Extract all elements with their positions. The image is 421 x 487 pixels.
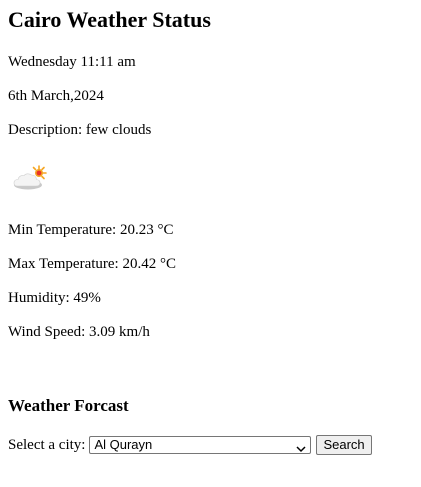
few-clouds-icon	[8, 164, 48, 192]
selected-city-value: Al Qurayn	[94, 437, 153, 452]
min-temperature: Min Temperature: 20.23 °C	[8, 222, 174, 238]
max-temperature: Max Temperature: 20.42 °C	[8, 256, 176, 272]
search-button[interactable]: Search	[316, 435, 372, 455]
wind-speed: Wind Speed: 3.09 km/h	[8, 324, 150, 340]
city-select[interactable]: Al Qurayn	[89, 436, 312, 454]
forecast-heading: Weather Forcast	[8, 396, 129, 415]
select-city-label: Select a city:	[8, 437, 86, 453]
page-title: Cairo Weather Status	[8, 7, 211, 32]
chevron-down-icon	[296, 441, 306, 453]
city-search-form: Select a city: Al Qurayn Search	[8, 434, 372, 456]
current-date: 6th March,2024	[8, 88, 104, 104]
humidity: Humidity: 49%	[8, 290, 101, 306]
current-day-time: Wednesday 11:11 am	[8, 54, 136, 70]
weather-description: Description: few clouds	[8, 122, 152, 138]
